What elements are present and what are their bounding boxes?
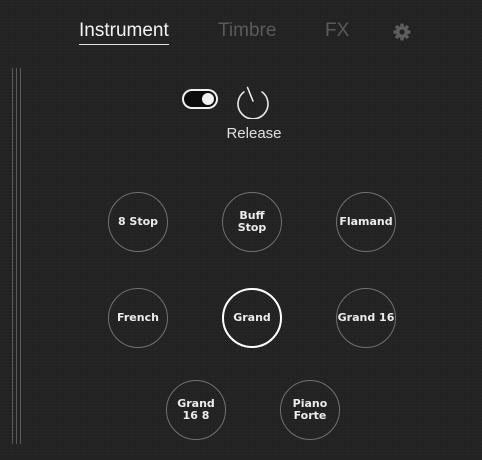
gear-icon[interactable] — [392, 22, 412, 42]
power-toggle[interactable] — [182, 89, 218, 109]
release-knob[interactable] — [235, 83, 271, 120]
rail-line — [12, 68, 13, 444]
stop-button-8-stop[interactable]: 8 Stop — [108, 192, 168, 252]
rail-line — [16, 68, 17, 444]
stop-button-flamand[interactable]: Flamand — [336, 192, 396, 252]
active-tab-underline — [79, 44, 169, 45]
stop-button-grand-16-8[interactable]: Grand 16 8 — [166, 380, 226, 440]
rail-line — [20, 68, 21, 444]
tab-bar: Instrument Timbre FX — [0, 18, 482, 48]
toggle-knob — [202, 93, 214, 105]
tab-timbre[interactable]: Timbre — [218, 18, 276, 44]
toggle-track — [184, 91, 216, 107]
left-rail-lines — [12, 68, 26, 444]
stop-button-piano-forte[interactable]: Piano Forte — [280, 380, 340, 440]
tab-timbre-label: Timbre — [218, 20, 277, 41]
tab-instrument[interactable]: Instrument — [79, 18, 169, 45]
tab-fx[interactable]: FX — [325, 18, 349, 44]
stop-button-grand-16[interactable]: Grand 16 — [336, 288, 396, 348]
stop-button-grand[interactable]: Grand — [222, 288, 282, 348]
instrument-panel: Instrument Timbre FX Release 8 Stop Buff… — [0, 0, 482, 460]
stop-button-buff-stop[interactable]: Buff Stop — [222, 192, 282, 252]
stop-button-french[interactable]: French — [108, 288, 168, 348]
tab-fx-label: FX — [325, 20, 350, 41]
release-knob-label: Release — [226, 125, 282, 142]
tab-instrument-label: Instrument — [79, 20, 169, 41]
